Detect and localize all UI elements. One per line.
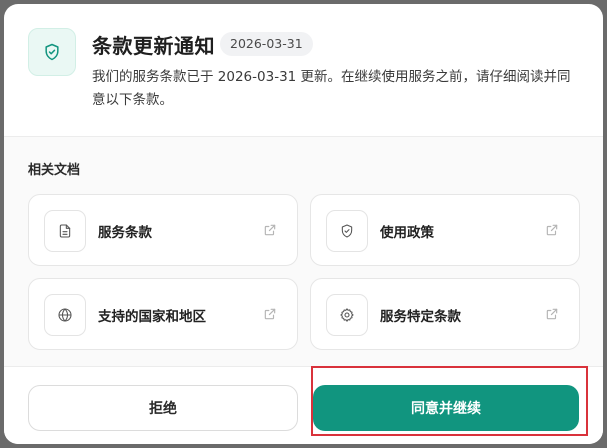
update-date-badge: 2026-03-31 — [220, 32, 313, 56]
related-documents-section: 相关文档 服务条款 使用政策 支持的国家和地区 服务特定条款 — [4, 137, 603, 366]
doc-card-label: 服务特定条款 — [380, 309, 461, 325]
external-link-icon[interactable] — [263, 223, 277, 237]
terms-update-dialog: 条款更新通知 2026-03-31 我们的服务条款已于 2026-03-31 更… — [4, 4, 603, 444]
doc-card-label: 使用政策 — [380, 225, 434, 241]
external-link-icon[interactable] — [263, 307, 277, 321]
doc-card-label: 服务条款 — [98, 225, 152, 241]
accept-and-continue-button[interactable]: 同意并继续 — [313, 385, 579, 431]
doc-card-usage-policy[interactable]: 使用政策 — [310, 194, 580, 266]
doc-card-label: 支持的国家和地区 — [98, 309, 206, 325]
globe-icon — [44, 294, 86, 336]
document-icon — [44, 210, 86, 252]
external-link-icon[interactable] — [545, 307, 559, 321]
dialog-description: 我们的服务条款已于 2026-03-31 更新。在继续使用服务之前，请仔细阅读并… — [92, 69, 571, 108]
decline-button[interactable]: 拒绝 — [28, 385, 298, 431]
doc-card-terms-of-service[interactable]: 服务条款 — [28, 194, 298, 266]
shield-check-icon — [28, 28, 76, 76]
dialog-title: 条款更新通知 — [92, 34, 215, 58]
dialog-header: 条款更新通知 2026-03-31 我们的服务条款已于 2026-03-31 更… — [4, 4, 603, 137]
gear-icon — [326, 294, 368, 336]
external-link-icon[interactable] — [545, 223, 559, 237]
section-label: 相关文档 — [28, 163, 81, 178]
doc-card-supported-regions[interactable]: 支持的国家和地区 — [28, 278, 298, 350]
doc-card-service-specific-terms[interactable]: 服务特定条款 — [310, 278, 580, 350]
shield-check-icon — [326, 210, 368, 252]
dialog-footer: 拒绝 同意并继续 — [4, 366, 603, 444]
